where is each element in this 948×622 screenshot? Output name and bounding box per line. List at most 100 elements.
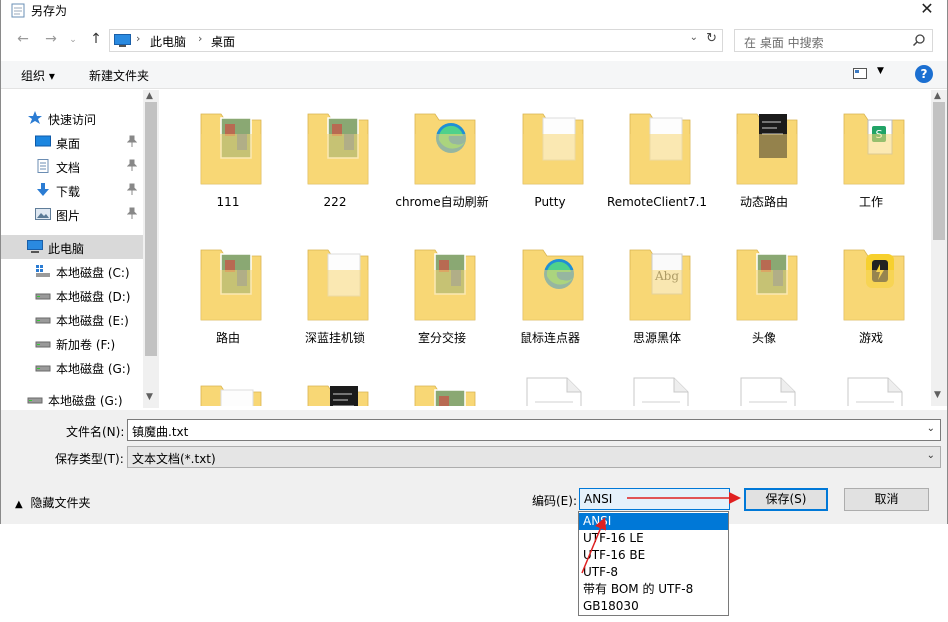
- up-button[interactable]: ↑: [86, 31, 106, 47]
- close-icon: ✕: [920, 0, 934, 18]
- file-item[interactable]: 鼠标连点器: [497, 226, 603, 354]
- pin-icon[interactable]: [127, 207, 137, 219]
- chevron-down-icon[interactable]: ⌄: [927, 423, 935, 434]
- file-item[interactable]: 222: [282, 90, 388, 218]
- file-item[interactable]: 111: [175, 90, 281, 218]
- file-item[interactable]: 深蓝挂机锁: [282, 226, 388, 354]
- file-name: 222: [323, 195, 347, 209]
- hide-folders-toggle[interactable]: ▲ 隐藏文件夹: [15, 494, 91, 511]
- arrow-right-icon: →: [45, 31, 57, 47]
- file-item-partial[interactable]: [818, 362, 924, 406]
- folder-icon: [199, 376, 263, 406]
- arrow-left-icon: ←: [17, 31, 29, 47]
- nav-item-drive-c[interactable]: 本地磁盘 (C:): [1, 259, 143, 283]
- filetype-select[interactable]: 文本文档(*.txt) ⌄: [127, 446, 941, 468]
- document-icon: [37, 159, 49, 173]
- address-bar[interactable]: › 此电脑 › 桌面 ⌄ ↻: [109, 29, 723, 52]
- scroll-down-icon[interactable]: ▼: [934, 390, 941, 400]
- file-item[interactable]: 室分交接: [389, 226, 495, 354]
- nav-item-downloads[interactable]: 下载: [1, 178, 143, 202]
- file-item[interactable]: 路由: [175, 226, 281, 354]
- file-item-partial[interactable]: [711, 362, 817, 406]
- organize-menu[interactable]: 组织 ▾: [21, 67, 55, 84]
- save-options-panel: 文件名(N): 镇魔曲.txt ⌄ 保存类型(T): 文本文档(*.txt) ⌄…: [1, 410, 947, 524]
- file-name: 室分交接: [417, 331, 466, 345]
- address-history-dropdown[interactable]: ⌄: [690, 32, 698, 43]
- nav-item-this-pc[interactable]: 此电脑: [1, 235, 143, 259]
- star-icon: [28, 111, 42, 124]
- close-button[interactable]: ✕: [915, 0, 939, 20]
- forward-button[interactable]: →: [41, 31, 61, 47]
- encoding-select[interactable]: ANSI: [579, 488, 730, 510]
- pin-icon[interactable]: [127, 183, 137, 195]
- title-bar: 另存为 ✕: [1, 0, 947, 20]
- content-scroll-thumb[interactable]: [933, 102, 945, 240]
- encoding-option[interactable]: UTF-16 LE: [579, 530, 728, 547]
- nav-item-drive-e[interactable]: 本地磁盘 (E:): [1, 307, 143, 331]
- file-item-partial[interactable]: [175, 362, 281, 406]
- new-folder-button[interactable]: 新建文件夹: [89, 67, 149, 84]
- file-item[interactable]: S 工作: [818, 90, 924, 218]
- arrow-up-icon: ↑: [90, 31, 102, 47]
- desktop-icon: [35, 135, 51, 147]
- file-item-partial[interactable]: [497, 362, 603, 406]
- drive-icon: [27, 397, 43, 404]
- refresh-icon[interactable]: ↻: [706, 31, 717, 46]
- breadcrumb-desktop[interactable]: 桌面: [211, 33, 235, 50]
- filename-value: 镇魔曲.txt: [132, 425, 189, 439]
- folder-edge-icon: [521, 240, 585, 324]
- encoding-option[interactable]: ANSI: [579, 513, 728, 530]
- cancel-button[interactable]: 取消: [844, 488, 929, 511]
- back-button[interactable]: ←: [13, 31, 33, 47]
- nav-item-pictures[interactable]: 图片: [1, 202, 143, 226]
- chevron-down-icon[interactable]: ⌄: [927, 450, 935, 461]
- pin-icon[interactable]: [127, 135, 137, 147]
- file-item[interactable]: 动态路由: [711, 90, 817, 218]
- file-name: 路由: [215, 331, 240, 345]
- file-item-partial[interactable]: [282, 362, 388, 406]
- help-icon[interactable]: ?: [915, 65, 933, 83]
- text-file-icon: [521, 376, 585, 406]
- nav-label: 本地磁盘 (G:): [56, 362, 131, 376]
- file-name: chrome自动刷新: [395, 195, 489, 209]
- scroll-up-icon[interactable]: ▲: [146, 91, 153, 101]
- hide-folders-label: 隐藏文件夹: [30, 496, 91, 510]
- pin-icon[interactable]: [127, 159, 137, 171]
- folder-icon: [306, 240, 370, 324]
- view-icon[interactable]: [853, 68, 867, 79]
- file-item[interactable]: RemoteClient7.1: [604, 90, 710, 218]
- file-item[interactable]: 游戏: [818, 226, 924, 354]
- encoding-option[interactable]: UTF-16 BE: [579, 547, 728, 564]
- folder-app-icon: [842, 240, 906, 324]
- nav-scrollbar[interactable]: ▲ ▼: [143, 90, 159, 408]
- recent-locations-button[interactable]: ⌄: [63, 35, 83, 45]
- file-item[interactable]: 头像: [711, 226, 817, 354]
- nav-item-drive-f[interactable]: 新加卷 (F:): [1, 331, 143, 355]
- scroll-up-icon[interactable]: ▲: [934, 91, 941, 101]
- filetype-value: 文本文档(*.txt): [132, 452, 216, 466]
- nav-scroll-thumb[interactable]: [145, 102, 157, 356]
- filename-input[interactable]: 镇魔曲.txt ⌄: [127, 419, 941, 441]
- file-item-partial[interactable]: [389, 362, 495, 406]
- encoding-option[interactable]: UTF-8: [579, 564, 728, 581]
- nav-item-documents[interactable]: 文档: [1, 154, 143, 178]
- folder-photo-icon: [413, 240, 477, 324]
- nav-quick-access[interactable]: 快速访问: [1, 106, 143, 130]
- encoding-option[interactable]: 带有 BOM 的 UTF-8: [579, 581, 728, 598]
- scroll-down-icon[interactable]: ▼: [146, 392, 153, 402]
- nav-item-drive-g[interactable]: 本地磁盘 (G:): [1, 355, 143, 379]
- content-scrollbar[interactable]: ▲ ▼: [931, 90, 947, 406]
- nav-item-drive-d[interactable]: 本地磁盘 (D:): [1, 283, 143, 307]
- save-button[interactable]: 保存(S): [744, 488, 828, 511]
- search-input[interactable]: 在 桌面 中搜索: [734, 29, 933, 52]
- view-dropdown[interactable]: ▼: [877, 66, 884, 76]
- nav-item-desktop[interactable]: 桌面: [1, 130, 143, 154]
- nav-item-network-drive-g[interactable]: 本地磁盘 (G:): [1, 387, 143, 411]
- file-item[interactable]: Putty: [497, 90, 603, 218]
- file-item-partial[interactable]: [604, 362, 710, 406]
- text-file-icon: [735, 376, 799, 406]
- encoding-option[interactable]: GB18030: [579, 598, 728, 615]
- file-item[interactable]: chrome自动刷新: [389, 90, 495, 218]
- breadcrumb-this-pc[interactable]: 此电脑: [150, 33, 186, 50]
- file-item[interactable]: Abg 思源黑体: [604, 226, 710, 354]
